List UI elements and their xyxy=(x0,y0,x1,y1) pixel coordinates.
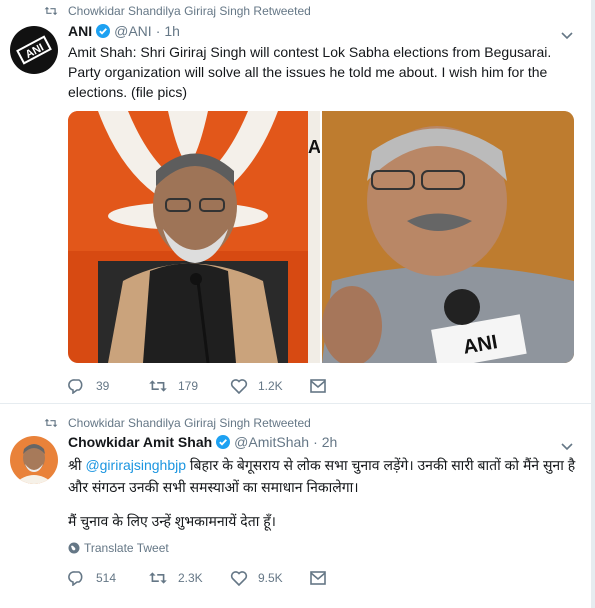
retweet-icon xyxy=(44,6,58,16)
reply-button[interactable]: 514 xyxy=(68,570,148,586)
verified-icon xyxy=(216,435,231,449)
message-icon xyxy=(310,571,326,585)
like-button[interactable]: 9.5K xyxy=(230,570,310,586)
tweet-actions: 39 179 1.2K xyxy=(68,378,390,394)
retweet-count: 179 xyxy=(178,379,199,393)
author-handle[interactable]: @AmitShah xyxy=(234,434,309,450)
author-handle[interactable]: @ANI xyxy=(114,23,152,39)
tweet-actions: 514 2.3K 9.5K xyxy=(68,570,390,586)
retweet-context: Chowkidar Shandilya Giriraj Singh Retwee… xyxy=(44,4,311,18)
text-prefix: श्री xyxy=(68,457,86,473)
retweet-button[interactable]: 179 xyxy=(148,378,230,394)
like-icon xyxy=(230,571,248,586)
author-name[interactable]: Chowkidar Amit Shah xyxy=(68,434,212,450)
timestamp[interactable]: 1h xyxy=(164,23,180,39)
like-count: 1.2K xyxy=(258,379,283,393)
tweet-text: श्री @girirajsinghbjp बिहार के बेगूसराय … xyxy=(68,454,577,498)
right-border xyxy=(591,0,595,608)
retweet-context-text: Chowkidar Shandilya Giriraj Singh Retwee… xyxy=(68,4,311,18)
reply-icon xyxy=(68,379,83,394)
tweet-media[interactable]: A ANI xyxy=(68,111,574,363)
retweet-icon xyxy=(44,418,58,428)
tweet-text-line2: मैं चुनाव के लिए उन्हें शुभकामनायें देता… xyxy=(68,513,276,529)
separator: · xyxy=(313,434,318,450)
retweet-icon xyxy=(149,380,167,392)
retweet-count: 2.3K xyxy=(178,571,203,585)
tweet-ani[interactable]: Chowkidar Shandilya Giriraj Singh Retwee… xyxy=(0,0,591,404)
globe-icon xyxy=(68,542,80,554)
retweet-context: Chowkidar Shandilya Giriraj Singh Retwee… xyxy=(44,416,311,430)
media-logo-text: A xyxy=(308,137,320,157)
avatar[interactable] xyxy=(10,436,58,484)
media-photo-giriraj-singh[interactable]: ANI xyxy=(322,111,574,363)
reply-icon xyxy=(68,571,83,586)
media-photo-amit-shah[interactable]: A xyxy=(68,111,320,363)
mention-link[interactable]: @girirajsinghbjp xyxy=(85,457,186,473)
message-icon xyxy=(310,379,326,393)
tweet-header: Chowkidar Amit Shah @AmitShah · 2h xyxy=(68,434,337,450)
translate-label: Translate Tweet xyxy=(84,541,169,555)
message-button[interactable] xyxy=(310,379,390,393)
avatar[interactable]: ANI xyxy=(10,26,58,74)
timestamp[interactable]: 2h xyxy=(322,434,338,450)
message-button[interactable] xyxy=(310,571,390,585)
reply-count: 514 xyxy=(96,571,117,585)
verified-icon xyxy=(96,24,111,38)
like-icon xyxy=(230,379,248,394)
retweet-context-text: Chowkidar Shandilya Giriraj Singh Retwee… xyxy=(68,416,311,430)
reply-count: 39 xyxy=(96,379,110,393)
author-name[interactable]: ANI xyxy=(68,23,92,39)
like-count: 9.5K xyxy=(258,571,283,585)
translate-tweet-button[interactable]: Translate Tweet xyxy=(68,541,169,555)
tweet-header: ANI @ANI · 1h xyxy=(68,23,180,39)
tweet-text: Amit Shah: Shri Giriraj Singh will conte… xyxy=(68,44,552,100)
retweet-icon xyxy=(149,572,167,584)
like-button[interactable]: 1.2K xyxy=(230,378,310,394)
tweet-amit-shah[interactable]: Chowkidar Shandilya Giriraj Singh Retwee… xyxy=(0,404,591,608)
reply-button[interactable]: 39 xyxy=(68,378,148,394)
retweet-button[interactable]: 2.3K xyxy=(148,570,230,586)
separator: · xyxy=(155,23,161,39)
